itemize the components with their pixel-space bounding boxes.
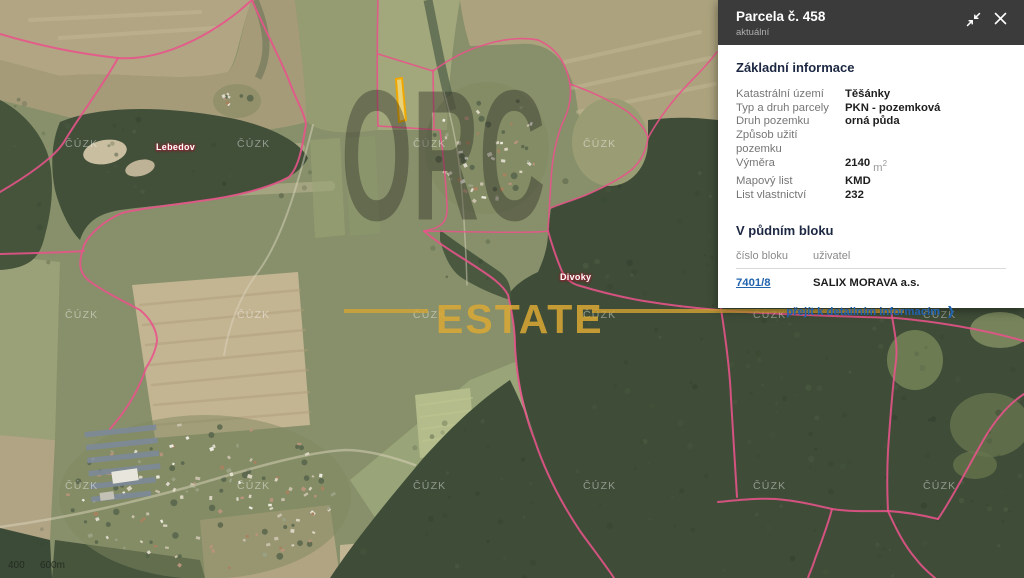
field-label: Výměra [736,157,845,175]
field-row: List vlastnictví232 [736,189,1006,203]
field-value: Těšánky [845,88,890,102]
field-value: orná půda [845,115,900,129]
field-label: Katastrální území [736,88,845,102]
block-table-header: číslo bloku uživatel [736,250,1006,269]
block-table-row: 7401/8 SALIX MORAVA a.s. [736,269,1006,289]
close-icon [994,12,1007,25]
panel-body: Základní informace Katastrální územíTěšá… [718,45,1024,318]
close-button[interactable] [994,12,1010,28]
map-viewer: Lebedov Divoky ČÚZKČÚZKČÚZKČÚZKČÚZKČÚZKČ… [0,0,1024,578]
panel-subtitle: aktuální [736,27,1008,38]
parcel-info-panel: Parcela č. 458 aktuální Základ [718,0,1024,308]
collapse-button[interactable] [966,12,982,28]
field-label: Typ a druh parcely [736,102,845,116]
column-user: uživatel [813,250,850,262]
field-label: Mapový list [736,175,845,189]
field-value: PKN - pozemková [845,102,940,116]
field-row: Druh pozemkuorná půda [736,115,1006,129]
field-row: Katastrální územíTěšánky [736,88,1006,102]
column-block-number: číslo bloku [736,250,813,262]
field-row: Mapový listKMD [736,175,1006,189]
panel-header: Parcela č. 458 aktuální [718,0,1024,45]
field-label: List vlastnictví [736,189,845,203]
field-value: 232 [845,189,864,203]
chevron-right-icon: ❯ [947,305,955,318]
field-row: Typ a druh parcelyPKN - pozemková [736,102,1006,116]
block-number-link[interactable]: 7401/8 [736,277,771,289]
basic-info-heading: Základní informace [736,60,1006,75]
detail-link-row: přejít k detailním informacím❯ [736,305,1006,318]
soil-block-heading: V půdním bloku [736,223,1006,238]
field-row: Způsob užití pozemku [736,129,1006,156]
field-row-area: Výměra 2140 m2 [736,157,1006,175]
field-label: Druh pozemku [736,115,845,129]
collapse-icon [966,12,981,27]
detail-link[interactable]: přejít k detailním informacím❯ [786,306,955,318]
field-value: KMD [845,175,871,189]
area-unit: m2 [873,157,887,175]
block-user: SALIX MORAVA a.s. [813,277,920,289]
field-label: Způsob užití pozemku [736,129,845,156]
field-value: 2140 [845,157,870,175]
